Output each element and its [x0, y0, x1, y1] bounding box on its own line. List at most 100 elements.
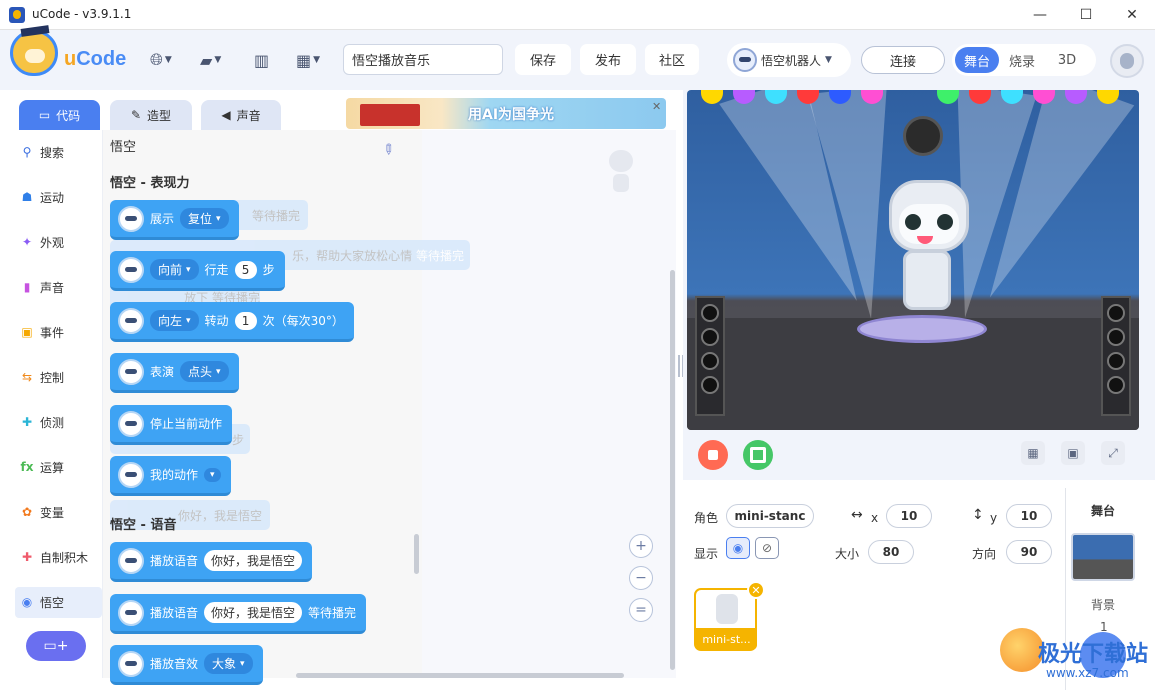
size-input[interactable]: 80: [868, 540, 914, 564]
stop-button[interactable]: [698, 440, 728, 470]
add-extension-icon: ▭+: [43, 638, 69, 654]
minimize-button[interactable]: —: [1017, 0, 1063, 30]
tutorial-button[interactable]: ▥: [254, 49, 269, 71]
fullscreen-button[interactable]: ⤢: [1101, 441, 1125, 465]
category-variables[interactable]: ✿ 变量: [20, 497, 100, 527]
hide-sprite-button[interactable]: ⊘: [755, 537, 779, 559]
block-turn[interactable]: 向左 转动 1 次（每次30°）: [110, 302, 354, 342]
community-button[interactable]: 社区: [645, 44, 699, 75]
zoom-reset-button[interactable]: =: [629, 598, 653, 622]
workspace-scrollbar[interactable]: [670, 270, 675, 670]
robot-icon: [118, 410, 144, 437]
category-sensing[interactable]: ✚ 侦测: [20, 407, 100, 437]
show-sprite-button[interactable]: ◉: [726, 537, 750, 559]
avatar[interactable]: [1110, 44, 1144, 78]
dropdown-value: 向前: [158, 263, 183, 277]
eye-off-icon: ⊘: [761, 541, 773, 555]
category-wukong[interactable]: ◉ 悟空: [20, 587, 100, 617]
block-my-action[interactable]: 我的动作: [110, 456, 231, 496]
workspace-hscrollbar[interactable]: [296, 673, 624, 678]
x-input[interactable]: 10: [886, 504, 932, 528]
category-label: 运动: [40, 190, 65, 205]
palette-scrollbar[interactable]: [414, 534, 419, 574]
extensions-menu[interactable]: ▦ ▼: [296, 49, 320, 71]
project-name-input[interactable]: [343, 44, 503, 75]
show-option-dropdown[interactable]: 复位: [180, 208, 229, 229]
zoom-in-button[interactable]: +: [629, 534, 653, 558]
close-icon[interactable]: ✕: [652, 100, 661, 113]
category-search[interactable]: ⚲ 搜索: [20, 137, 100, 167]
block-play-voice[interactable]: 播放语音 你好，我是悟空: [110, 542, 313, 582]
promo-banner[interactable]: 用AI为国争光: [346, 98, 666, 129]
code-icon: ▭: [38, 108, 51, 122]
stage-thumbnail[interactable]: [1071, 533, 1135, 581]
file-menu[interactable]: ▰ ▼: [200, 49, 221, 71]
close-button[interactable]: ✕: [1109, 0, 1155, 30]
category-label: 事件: [40, 325, 65, 340]
small-stage-button[interactable]: ▣: [1061, 441, 1085, 465]
category-control[interactable]: ⇆ 控制: [20, 362, 100, 392]
category-looks[interactable]: ✦ 外观: [20, 227, 100, 257]
mode-stage-tab[interactable]: 舞台: [955, 47, 999, 73]
effect-dropdown[interactable]: 大象: [204, 653, 253, 674]
voice-text-input[interactable]: 你好，我是悟空: [204, 550, 303, 571]
zoom-out-button[interactable]: −: [629, 566, 653, 590]
speaker-left: [695, 296, 725, 416]
category-sound[interactable]: ▮ 声音: [20, 272, 100, 302]
turn-direction-dropdown[interactable]: 向左: [150, 310, 199, 331]
category-my-blocks[interactable]: ✚ 自制积木: [20, 542, 100, 572]
category-operators[interactable]: fx 运算: [20, 452, 100, 482]
device-selector[interactable]: 悟空机器人 ▼: [727, 43, 851, 77]
block-play-effect[interactable]: 播放音效 大象: [110, 645, 263, 685]
y-input[interactable]: 10: [1006, 504, 1052, 528]
tab-sound[interactable]: ◀︎ 声音: [201, 100, 281, 130]
category-label: 搜索: [40, 145, 65, 160]
block-show[interactable]: 展示 复位: [110, 200, 239, 240]
sprite-watermark-icon: [606, 150, 636, 194]
robot-icon: [118, 650, 144, 677]
direction-dropdown[interactable]: 向前: [150, 259, 199, 280]
role-label: 角色: [694, 511, 719, 525]
category-events[interactable]: ▣ 事件: [20, 317, 100, 347]
maximize-button[interactable]: ☐: [1063, 0, 1109, 30]
block-play-voice-wait[interactable]: 播放语音 你好，我是悟空 等待播完: [110, 594, 367, 634]
language-menu[interactable]: 🌐︎ ▼: [150, 49, 172, 71]
watermark-text: 极光下载站: [1038, 641, 1149, 666]
robot-eye: [937, 214, 953, 230]
publish-button[interactable]: 发布: [580, 44, 636, 75]
connect-button[interactable]: 连接: [861, 46, 945, 74]
mode-burn-tab[interactable]: 烧录: [1001, 47, 1043, 73]
tab-costume[interactable]: ✎ 造型: [110, 100, 192, 130]
steps-input[interactable]: 5: [234, 260, 257, 279]
block-stop-action[interactable]: 停止当前动作: [110, 405, 233, 445]
grid-toggle-button[interactable]: ▦: [1021, 441, 1045, 465]
mode-3d-tab[interactable]: 3D: [1046, 47, 1088, 73]
direction-input[interactable]: 90: [1006, 540, 1052, 564]
speaker-right: [1101, 296, 1131, 416]
category-label: 自制积木: [40, 550, 89, 565]
plus-icon: +: [635, 538, 647, 554]
app-icon: [9, 7, 25, 23]
category-label: 控制: [40, 370, 65, 385]
turn-times-input[interactable]: 1: [234, 311, 257, 330]
robot-icon: [118, 358, 144, 385]
block-perform[interactable]: 表演 点头: [110, 353, 239, 393]
tab-code-label: 代码: [56, 108, 81, 123]
perform-dropdown[interactable]: 点头: [180, 361, 229, 382]
voice-text-input[interactable]: 你好，我是悟空: [204, 602, 303, 623]
green-flag-button[interactable]: [743, 440, 773, 470]
script-workspace[interactable]: [422, 130, 676, 678]
sprite-name-input[interactable]: mini-stanc: [726, 504, 814, 528]
delete-sprite-button[interactable]: ✕: [747, 581, 765, 599]
stage-canvas[interactable]: [687, 90, 1139, 430]
add-extension-button[interactable]: ▭+: [26, 631, 86, 661]
puzzle-icon: ✚: [21, 550, 33, 564]
my-action-dropdown[interactable]: [204, 467, 221, 482]
category-label: 声音: [40, 280, 65, 295]
block-walk[interactable]: 向前 行走 5步: [110, 251, 285, 291]
category-motion[interactable]: ☗ 运动: [20, 182, 100, 212]
tab-code[interactable]: ▭ 代码: [19, 100, 100, 130]
show-label: 显示: [694, 547, 719, 561]
block-label: 播放音效: [150, 657, 199, 671]
save-button[interactable]: 保存: [515, 44, 571, 75]
